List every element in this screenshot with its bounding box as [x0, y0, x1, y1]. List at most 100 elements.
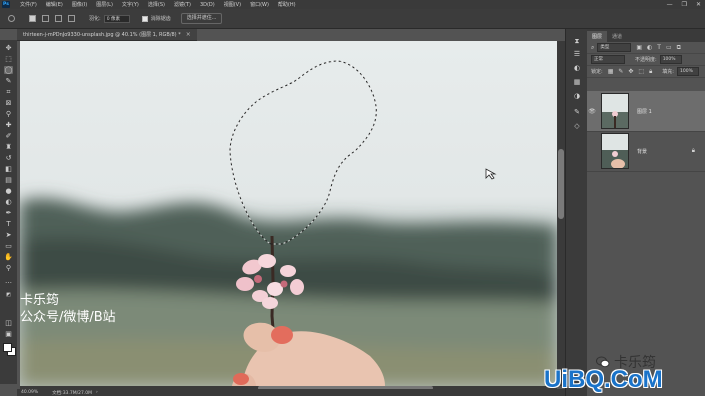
- intersect-selection-icon[interactable]: [68, 15, 75, 22]
- brush-tool-icon[interactable]: ✐: [4, 132, 13, 140]
- lasso-preset-icon[interactable]: [8, 15, 15, 22]
- menu-layer[interactable]: 图层(L): [96, 1, 113, 8]
- foreground-color-swatch[interactable]: [3, 343, 12, 352]
- menu-select[interactable]: 选择(S): [148, 1, 165, 8]
- menu-help[interactable]: 帮助(H): [278, 1, 296, 8]
- swatches-panel-icon[interactable]: ▦: [572, 77, 582, 86]
- default-colors-icon[interactable]: ◩: [4, 291, 13, 299]
- layer-row[interactable]: 背景 🔒︎: [587, 131, 705, 172]
- move-tool-icon[interactable]: ✥: [4, 44, 13, 52]
- visibility-eye-icon[interactable]: [587, 148, 597, 155]
- path-select-tool-icon[interactable]: ➤: [4, 231, 13, 239]
- paths-panel-icon[interactable]: ◇: [572, 121, 582, 130]
- menu-view[interactable]: 视图(V): [224, 1, 241, 8]
- feather-label: 羽化:: [89, 16, 101, 22]
- antialias-checkbox[interactable]: [141, 15, 148, 22]
- document-canvas[interactable]: [20, 41, 557, 386]
- layers-panel: 图层 通道 ⌕ 类型 ▣ ◐ T ▭ ⧉ 正常 不透明度: 100% 锁定: ▦…: [587, 29, 705, 396]
- lock-row: 锁定: ▦ ✎ ✥ ⬚ 🔒︎ 填充: 100%: [587, 66, 705, 78]
- opacity-label: 不透明度:: [635, 57, 657, 63]
- panel-icon-strip: ⧗ ☰ ◐ ▦ ◑ ✎ ◇: [565, 29, 588, 396]
- frame-tool-icon[interactable]: ⊠: [4, 99, 13, 107]
- shape-filter-icon[interactable]: ▭: [666, 44, 672, 51]
- quick-mask-icon[interactable]: ◫: [4, 319, 13, 327]
- layer-thumbnail: [601, 133, 629, 169]
- select-and-mask-button[interactable]: 选择并遮住...: [180, 13, 223, 24]
- type-filter-icon[interactable]: T: [657, 44, 661, 51]
- clone-stamp-tool-icon[interactable]: ♜: [4, 143, 13, 151]
- menu-window[interactable]: 窗口(W): [250, 1, 269, 8]
- kind-filter-select[interactable]: 类型: [597, 43, 632, 52]
- menu-bar: Ps 文件(F) 编辑(E) 图像(I) 图层(L) 文字(Y) 选择(S) 滤…: [0, 0, 705, 9]
- menu-image[interactable]: 图像(I): [72, 1, 87, 8]
- lock-position-icon[interactable]: ✥: [628, 68, 633, 75]
- adjustments-panel-icon[interactable]: ◑: [572, 91, 582, 100]
- adjust-filter-icon[interactable]: ◐: [647, 44, 652, 51]
- history-panel-icon[interactable]: ⧗: [572, 37, 582, 46]
- gradient-tool-icon[interactable]: ▤: [4, 176, 13, 184]
- tab-layers[interactable]: 图层: [587, 31, 608, 42]
- vertical-scrollbar[interactable]: [557, 41, 565, 386]
- marquee-tool-icon[interactable]: ⬚: [4, 55, 13, 63]
- screen-mode-icon[interactable]: ▣: [4, 330, 13, 338]
- subtract-selection-icon[interactable]: [55, 15, 62, 22]
- watermark-subtitle: 公众号/微博/B站: [20, 310, 116, 325]
- document-tab[interactable]: thirteen-j-mPDnJo9330-unsplash.jpg @ 40.…: [17, 29, 197, 41]
- menu-filter[interactable]: 滤镜(T): [174, 1, 191, 8]
- window-controls: — ❐ ✕: [667, 1, 701, 8]
- pixel-filter-icon[interactable]: ▣: [636, 44, 642, 51]
- feather-input[interactable]: 0 像素: [103, 14, 130, 23]
- smart-filter-icon[interactable]: ⧉: [677, 44, 681, 52]
- history-brush-tool-icon[interactable]: ↺: [4, 154, 13, 162]
- minimize-button[interactable]: —: [667, 1, 673, 8]
- type-tool-icon[interactable]: T: [4, 220, 13, 228]
- search-icon: ⌕: [591, 43, 595, 51]
- color-panel-icon[interactable]: ◐: [572, 63, 582, 72]
- add-selection-icon[interactable]: [42, 15, 49, 22]
- eyedropper-tool-icon[interactable]: ⚲: [4, 110, 13, 118]
- lock-artboard-icon[interactable]: ⬚: [638, 68, 644, 75]
- visibility-eye-icon[interactable]: 👁︎: [587, 108, 597, 115]
- tab-channels[interactable]: 通道: [607, 31, 627, 42]
- zoom-tool-icon[interactable]: ⚲: [4, 264, 13, 272]
- lock-pixels-icon[interactable]: ▦: [608, 68, 614, 75]
- document-size: 文档:33.7M/27.0M: [52, 390, 93, 396]
- lasso-tool-icon[interactable]: ◯: [4, 66, 13, 74]
- opacity-input[interactable]: 100%: [659, 55, 682, 64]
- fill-input[interactable]: 100%: [676, 67, 699, 76]
- close-tab-icon[interactable]: ×: [186, 31, 191, 38]
- restore-button[interactable]: ❐: [682, 1, 687, 8]
- rectangle-tool-icon[interactable]: ▭: [4, 242, 13, 250]
- new-selection-icon[interactable]: [29, 15, 36, 22]
- menu-edit[interactable]: 编辑(E): [46, 1, 63, 8]
- vertical-scroll-thumb[interactable]: [558, 149, 564, 219]
- fill-label: 填充:: [662, 69, 674, 75]
- eraser-tool-icon[interactable]: ◧: [4, 165, 13, 173]
- blur-tool-icon[interactable]: ●: [4, 187, 13, 195]
- layer-row[interactable]: 👁︎ 图层 1: [587, 91, 705, 132]
- menu-type[interactable]: 文字(Y): [122, 1, 139, 8]
- crop-tool-icon[interactable]: ⌗: [4, 88, 13, 96]
- antialias-label: 消除锯齿: [150, 16, 171, 22]
- status-arrow-icon[interactable]: ›: [96, 390, 98, 395]
- brush-panel-icon[interactable]: ✎: [572, 107, 582, 116]
- more-tools-icon[interactable]: …: [4, 277, 13, 285]
- lock-all-icon[interactable]: 🔒︎: [649, 68, 652, 76]
- healing-brush-tool-icon[interactable]: ✚: [4, 121, 13, 129]
- dodge-tool-icon[interactable]: ◐: [4, 198, 13, 206]
- hand-tool-icon[interactable]: ✋: [4, 253, 13, 261]
- layer-thumbnail: [601, 93, 629, 129]
- blend-mode-select[interactable]: 正常: [591, 55, 625, 64]
- properties-panel-icon[interactable]: ☰: [572, 49, 582, 58]
- close-button[interactable]: ✕: [696, 1, 701, 8]
- layer-name[interactable]: 图层 1: [637, 108, 652, 115]
- options-bar: 羽化: 0 像素 消除锯齿 选择并遮住...: [0, 9, 705, 29]
- layer-name[interactable]: 背景: [637, 148, 647, 155]
- pen-tool-icon[interactable]: ✒: [4, 209, 13, 217]
- panel-tabs: 图层 通道: [587, 29, 705, 42]
- menu-3d[interactable]: 3D(D): [200, 2, 215, 8]
- lock-paint-icon[interactable]: ✎: [618, 68, 623, 75]
- zoom-level[interactable]: 40.09%: [21, 390, 38, 395]
- menu-file[interactable]: 文件(F): [20, 1, 37, 8]
- quick-select-tool-icon[interactable]: ✎: [4, 77, 13, 85]
